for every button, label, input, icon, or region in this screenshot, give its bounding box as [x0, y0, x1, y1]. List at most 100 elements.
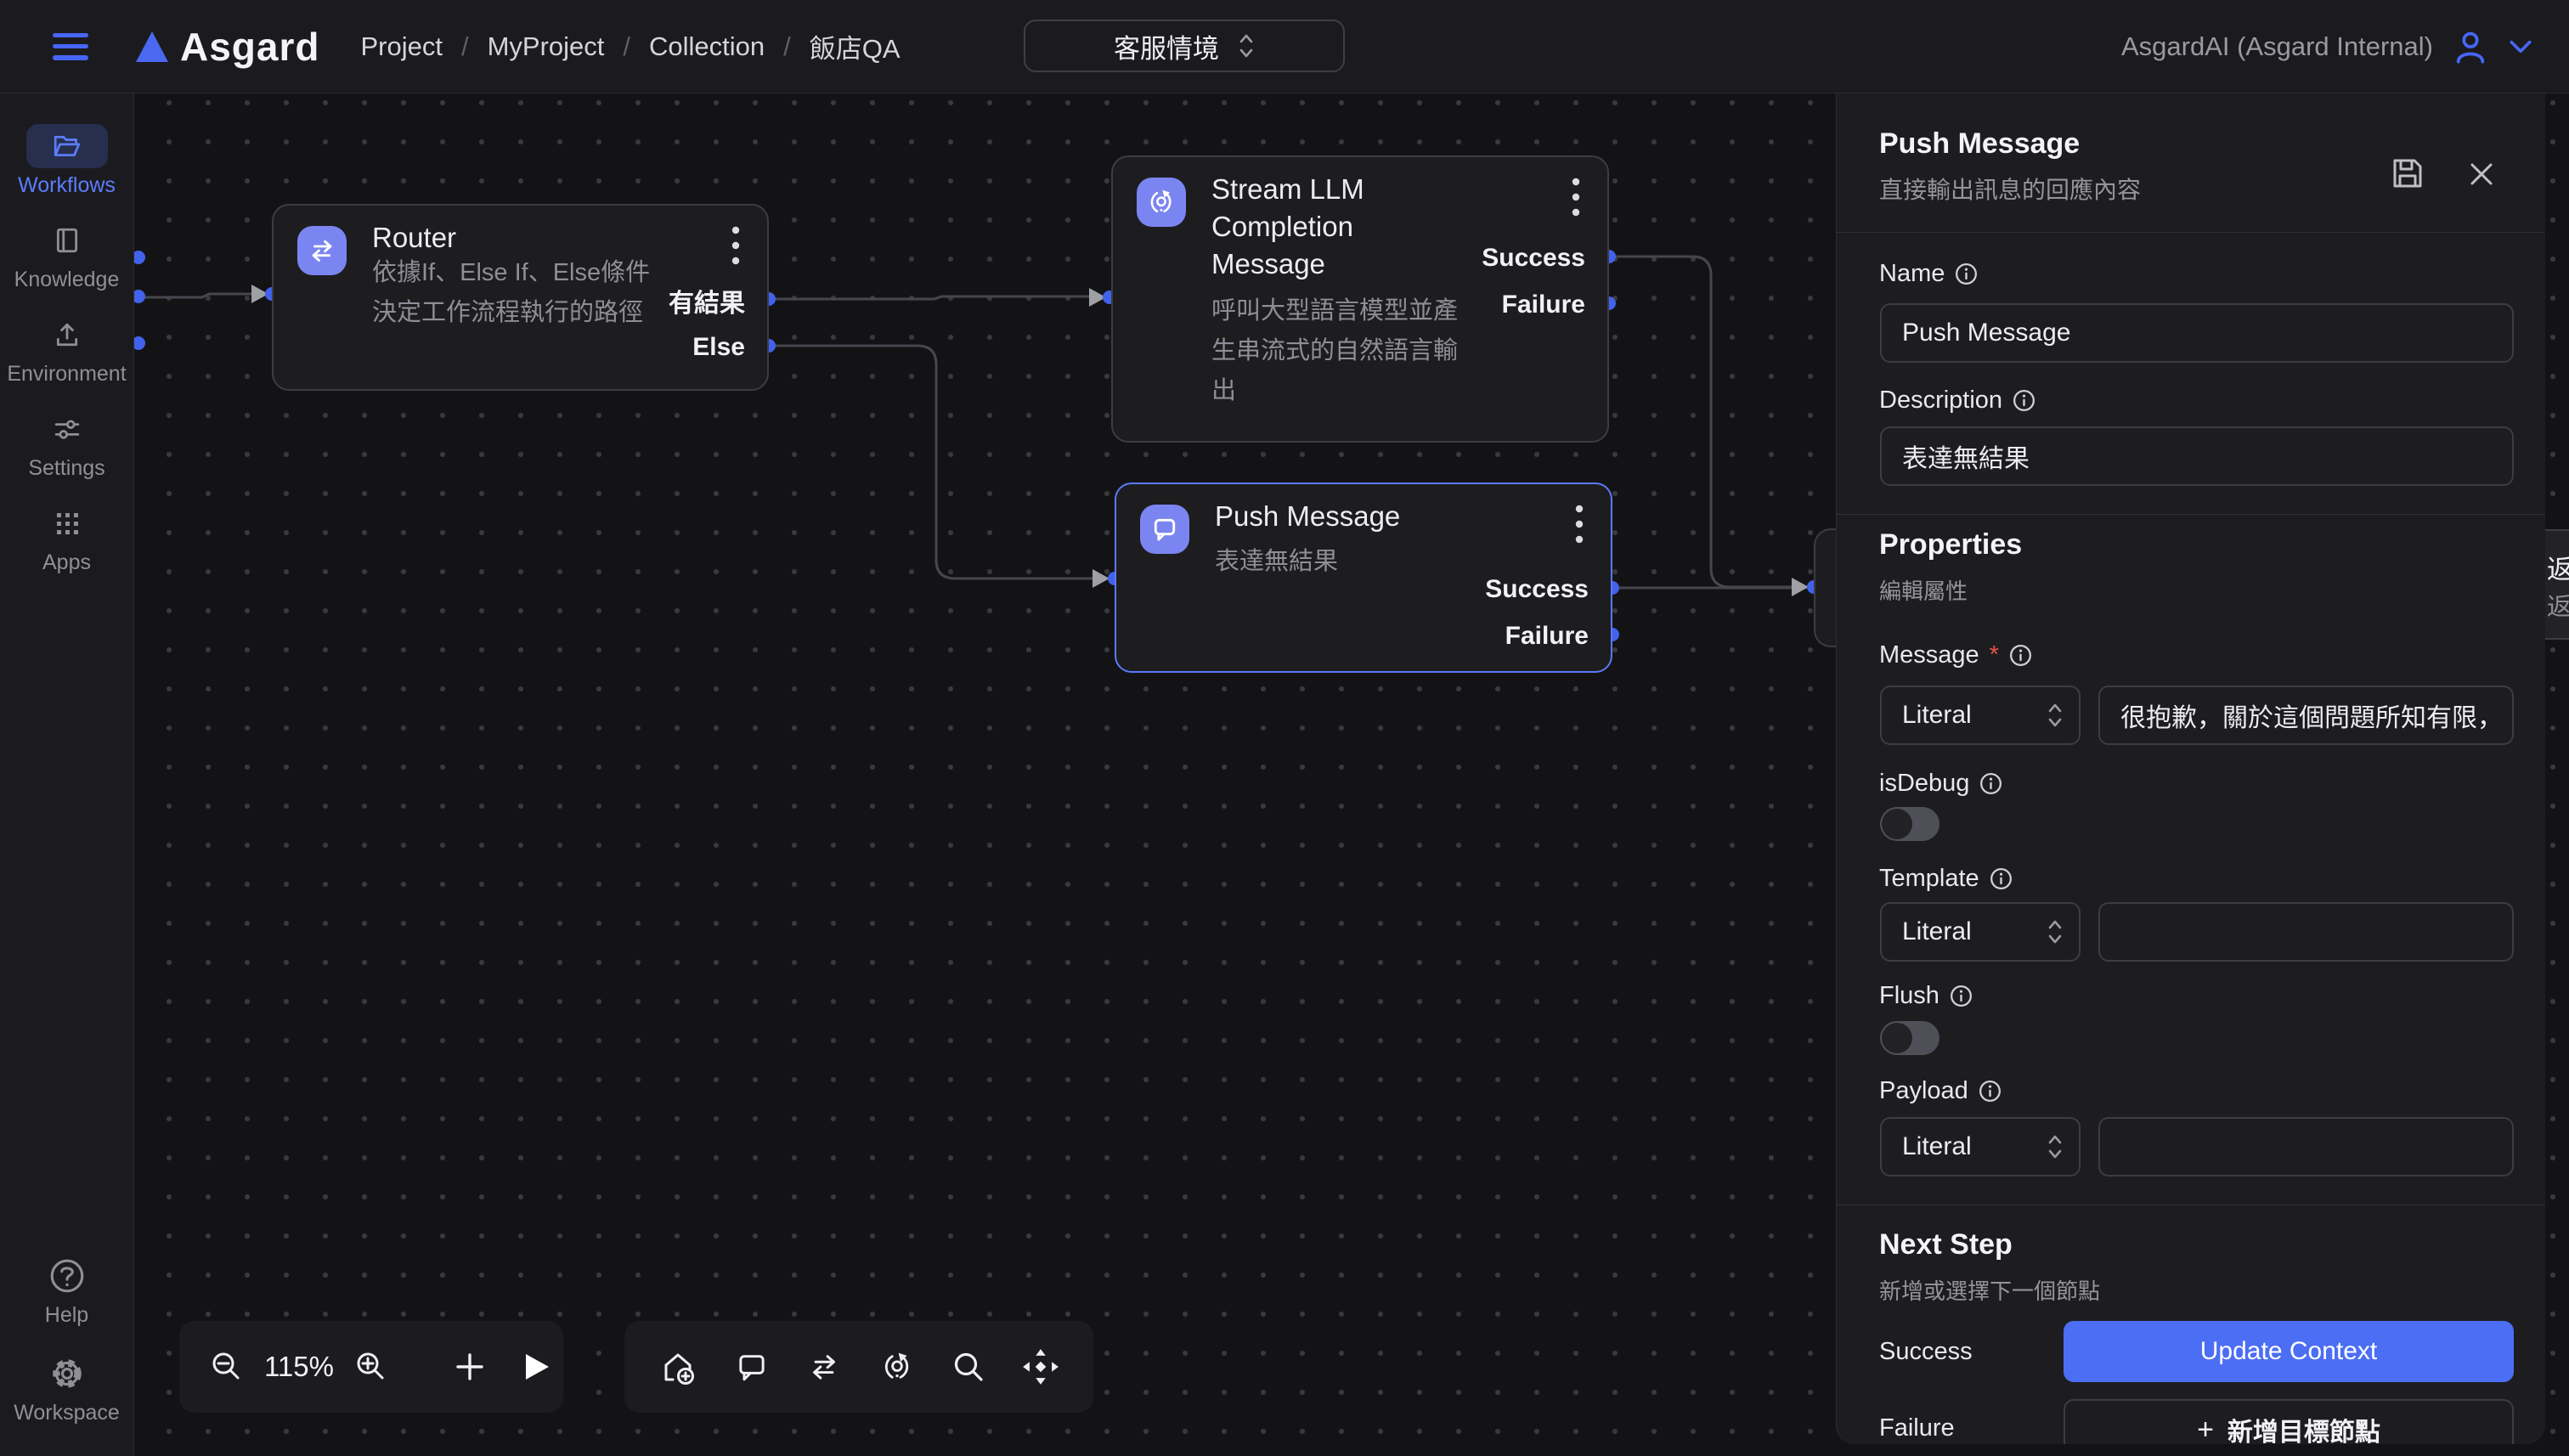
hamburger-menu-icon[interactable]: [53, 33, 88, 60]
llm-bulb-icon: [1137, 178, 1186, 227]
description-field-label: Description: [1879, 387, 2035, 415]
info-icon: [2013, 389, 2035, 412]
toggle-knob: [1882, 809, 1912, 839]
chat-bubble-node-icon[interactable]: [732, 1347, 771, 1386]
properties-subtitle: 編輯屬性: [1879, 574, 1968, 606]
zoom-in-icon[interactable]: [353, 1348, 390, 1385]
node-menu-button[interactable]: [1575, 505, 1584, 548]
sidebar-item-workspace[interactable]: Workspace: [0, 1352, 133, 1425]
run-workflow-icon[interactable]: [521, 1352, 551, 1382]
panel-subtitle: 直接輸出訊息的回應內容: [1879, 172, 2141, 206]
node-description: 呼叫大型語言模型並產生串流式的自然語言輸出: [1211, 291, 1479, 411]
update-context-button[interactable]: Update Context: [2064, 1321, 2514, 1382]
add-icon[interactable]: [451, 1348, 488, 1385]
flush-field-label: Flush: [1879, 982, 1973, 1010]
logo-triangle-icon: [136, 31, 168, 62]
node-description: 依據If、Else If、Else條件決定工作流程執行的路徑: [372, 253, 669, 333]
template-type-select[interactable]: Literal: [1880, 902, 2081, 962]
info-icon: [1955, 262, 1978, 285]
book-icon: [54, 227, 81, 254]
info-icon: [1979, 772, 2002, 795]
sidebar-item-environment[interactable]: Environment: [0, 313, 133, 387]
save-icon[interactable]: [2389, 155, 2426, 192]
info-icon: [2009, 644, 2032, 667]
name-field-label: Name: [1879, 260, 1978, 288]
sidebar-item-knowledge[interactable]: Knowledge: [0, 218, 133, 292]
router-output-label-else: Else: [692, 333, 745, 362]
next-step-title: Next Step: [1879, 1228, 2013, 1261]
payload-field-label: Payload: [1879, 1077, 2002, 1105]
info-icon: [1979, 1080, 2002, 1103]
apps-grid-icon: [54, 511, 80, 536]
help-circle-icon: [48, 1256, 87, 1295]
streamllm-output-label-success: Success: [1482, 244, 1585, 273]
node-router[interactable]: Router 依據If、Else If、Else條件決定工作流程執行的路徑 有結…: [272, 204, 769, 391]
chat-bubble-icon: [1140, 505, 1189, 554]
template-value-input[interactable]: [2098, 902, 2514, 962]
message-value-input[interactable]: [2098, 686, 2514, 745]
node-palette-toolbar: [624, 1321, 1093, 1413]
zoom-out-icon[interactable]: [208, 1348, 246, 1385]
name-input[interactable]: [1880, 303, 2514, 363]
top-navbar: Asgard Project / MyProject / Collection …: [0, 0, 2569, 93]
isdebug-toggle[interactable]: [1880, 807, 1939, 841]
breadcrumb-item-current[interactable]: 飯店QA: [810, 27, 901, 65]
sidebar-item-apps[interactable]: Apps: [0, 501, 133, 575]
user-icon: [2452, 28, 2489, 65]
payload-value-input[interactable]: [2098, 1117, 2514, 1177]
node-settings-panel: Push Message 直接輸出訊息的回應內容 Name Descriptio…: [1836, 93, 2545, 1444]
router-arrows-icon: [297, 226, 347, 275]
selector-icon: [2047, 918, 2064, 945]
selector-icon: [2047, 1133, 2064, 1160]
next-step-subtitle: 新增或選擇下一個節點: [1879, 1274, 2100, 1306]
divider: [1837, 514, 2545, 515]
breadcrumb-separator: /: [461, 31, 469, 62]
payload-type-select[interactable]: Literal: [1880, 1117, 2081, 1177]
failure-row-label: Failure: [1879, 1414, 1955, 1442]
account-menu[interactable]: AsgardAI (Asgard Internal): [2121, 0, 2533, 93]
left-sidebar: Workflows Knowledge Environment Settings…: [0, 93, 134, 1456]
node-update-context-sliver[interactable]: 返 返: [2545, 529, 2569, 640]
close-icon[interactable]: [2467, 160, 2496, 189]
search-icon[interactable]: [950, 1348, 987, 1385]
description-input[interactable]: [1880, 426, 2514, 486]
success-row-label: Success: [1879, 1338, 1973, 1366]
node-description-fragment: 返: [2547, 587, 2569, 623]
flush-toggle[interactable]: [1880, 1021, 1939, 1055]
app-logo[interactable]: Asgard: [136, 24, 319, 70]
divider: [1837, 232, 2545, 233]
add-target-node-button[interactable]: + 新增目標節點: [2064, 1399, 2514, 1444]
llm-node-icon[interactable]: [878, 1347, 917, 1386]
plus-icon: +: [2197, 1414, 2214, 1445]
gear-icon: [48, 1354, 87, 1393]
environment-selector[interactable]: 客服情境: [1024, 20, 1345, 72]
node-title: Stream LLM Completion Message: [1211, 171, 1424, 283]
node-stream-llm[interactable]: Stream LLM Completion Message 呼叫大型語言模型並產…: [1111, 155, 1609, 443]
required-mark: *: [1990, 641, 1999, 669]
isdebug-field-label: isDebug: [1879, 770, 2002, 798]
panel-title: Push Message: [1879, 127, 2080, 161]
breadcrumb-item-myproject[interactable]: MyProject: [488, 31, 605, 62]
info-icon: [1950, 985, 1973, 1007]
router-node-icon[interactable]: [805, 1347, 844, 1386]
node-title: Router: [372, 219, 456, 257]
breadcrumb: Project / MyProject / Collection / 飯店QA: [360, 27, 900, 65]
node-menu-button[interactable]: [1572, 178, 1580, 221]
fit-view-icon[interactable]: [1021, 1347, 1060, 1386]
streamllm-output-label-failure: Failure: [1502, 291, 1585, 319]
message-type-select[interactable]: Literal: [1880, 686, 2081, 745]
sidebar-item-settings[interactable]: Settings: [0, 407, 133, 481]
sidebar-item-workflows[interactable]: Workflows: [0, 124, 133, 198]
zoom-toolbar: 115%: [179, 1321, 563, 1413]
breadcrumb-item-project[interactable]: Project: [360, 31, 442, 62]
upload-icon: [54, 321, 81, 348]
node-menu-button[interactable]: [731, 226, 740, 269]
breadcrumb-item-collection[interactable]: Collection: [649, 31, 765, 62]
breadcrumb-separator: /: [623, 31, 630, 62]
sidebar-item-help[interactable]: Help: [0, 1254, 133, 1328]
node-description: 表達無結果: [1215, 542, 1338, 582]
breadcrumb-separator: /: [783, 31, 791, 62]
node-push-message[interactable]: Push Message 表達無結果 Success Failure: [1115, 483, 1612, 673]
add-home-node-icon[interactable]: [658, 1346, 698, 1387]
logo-text: Asgard: [180, 24, 319, 70]
